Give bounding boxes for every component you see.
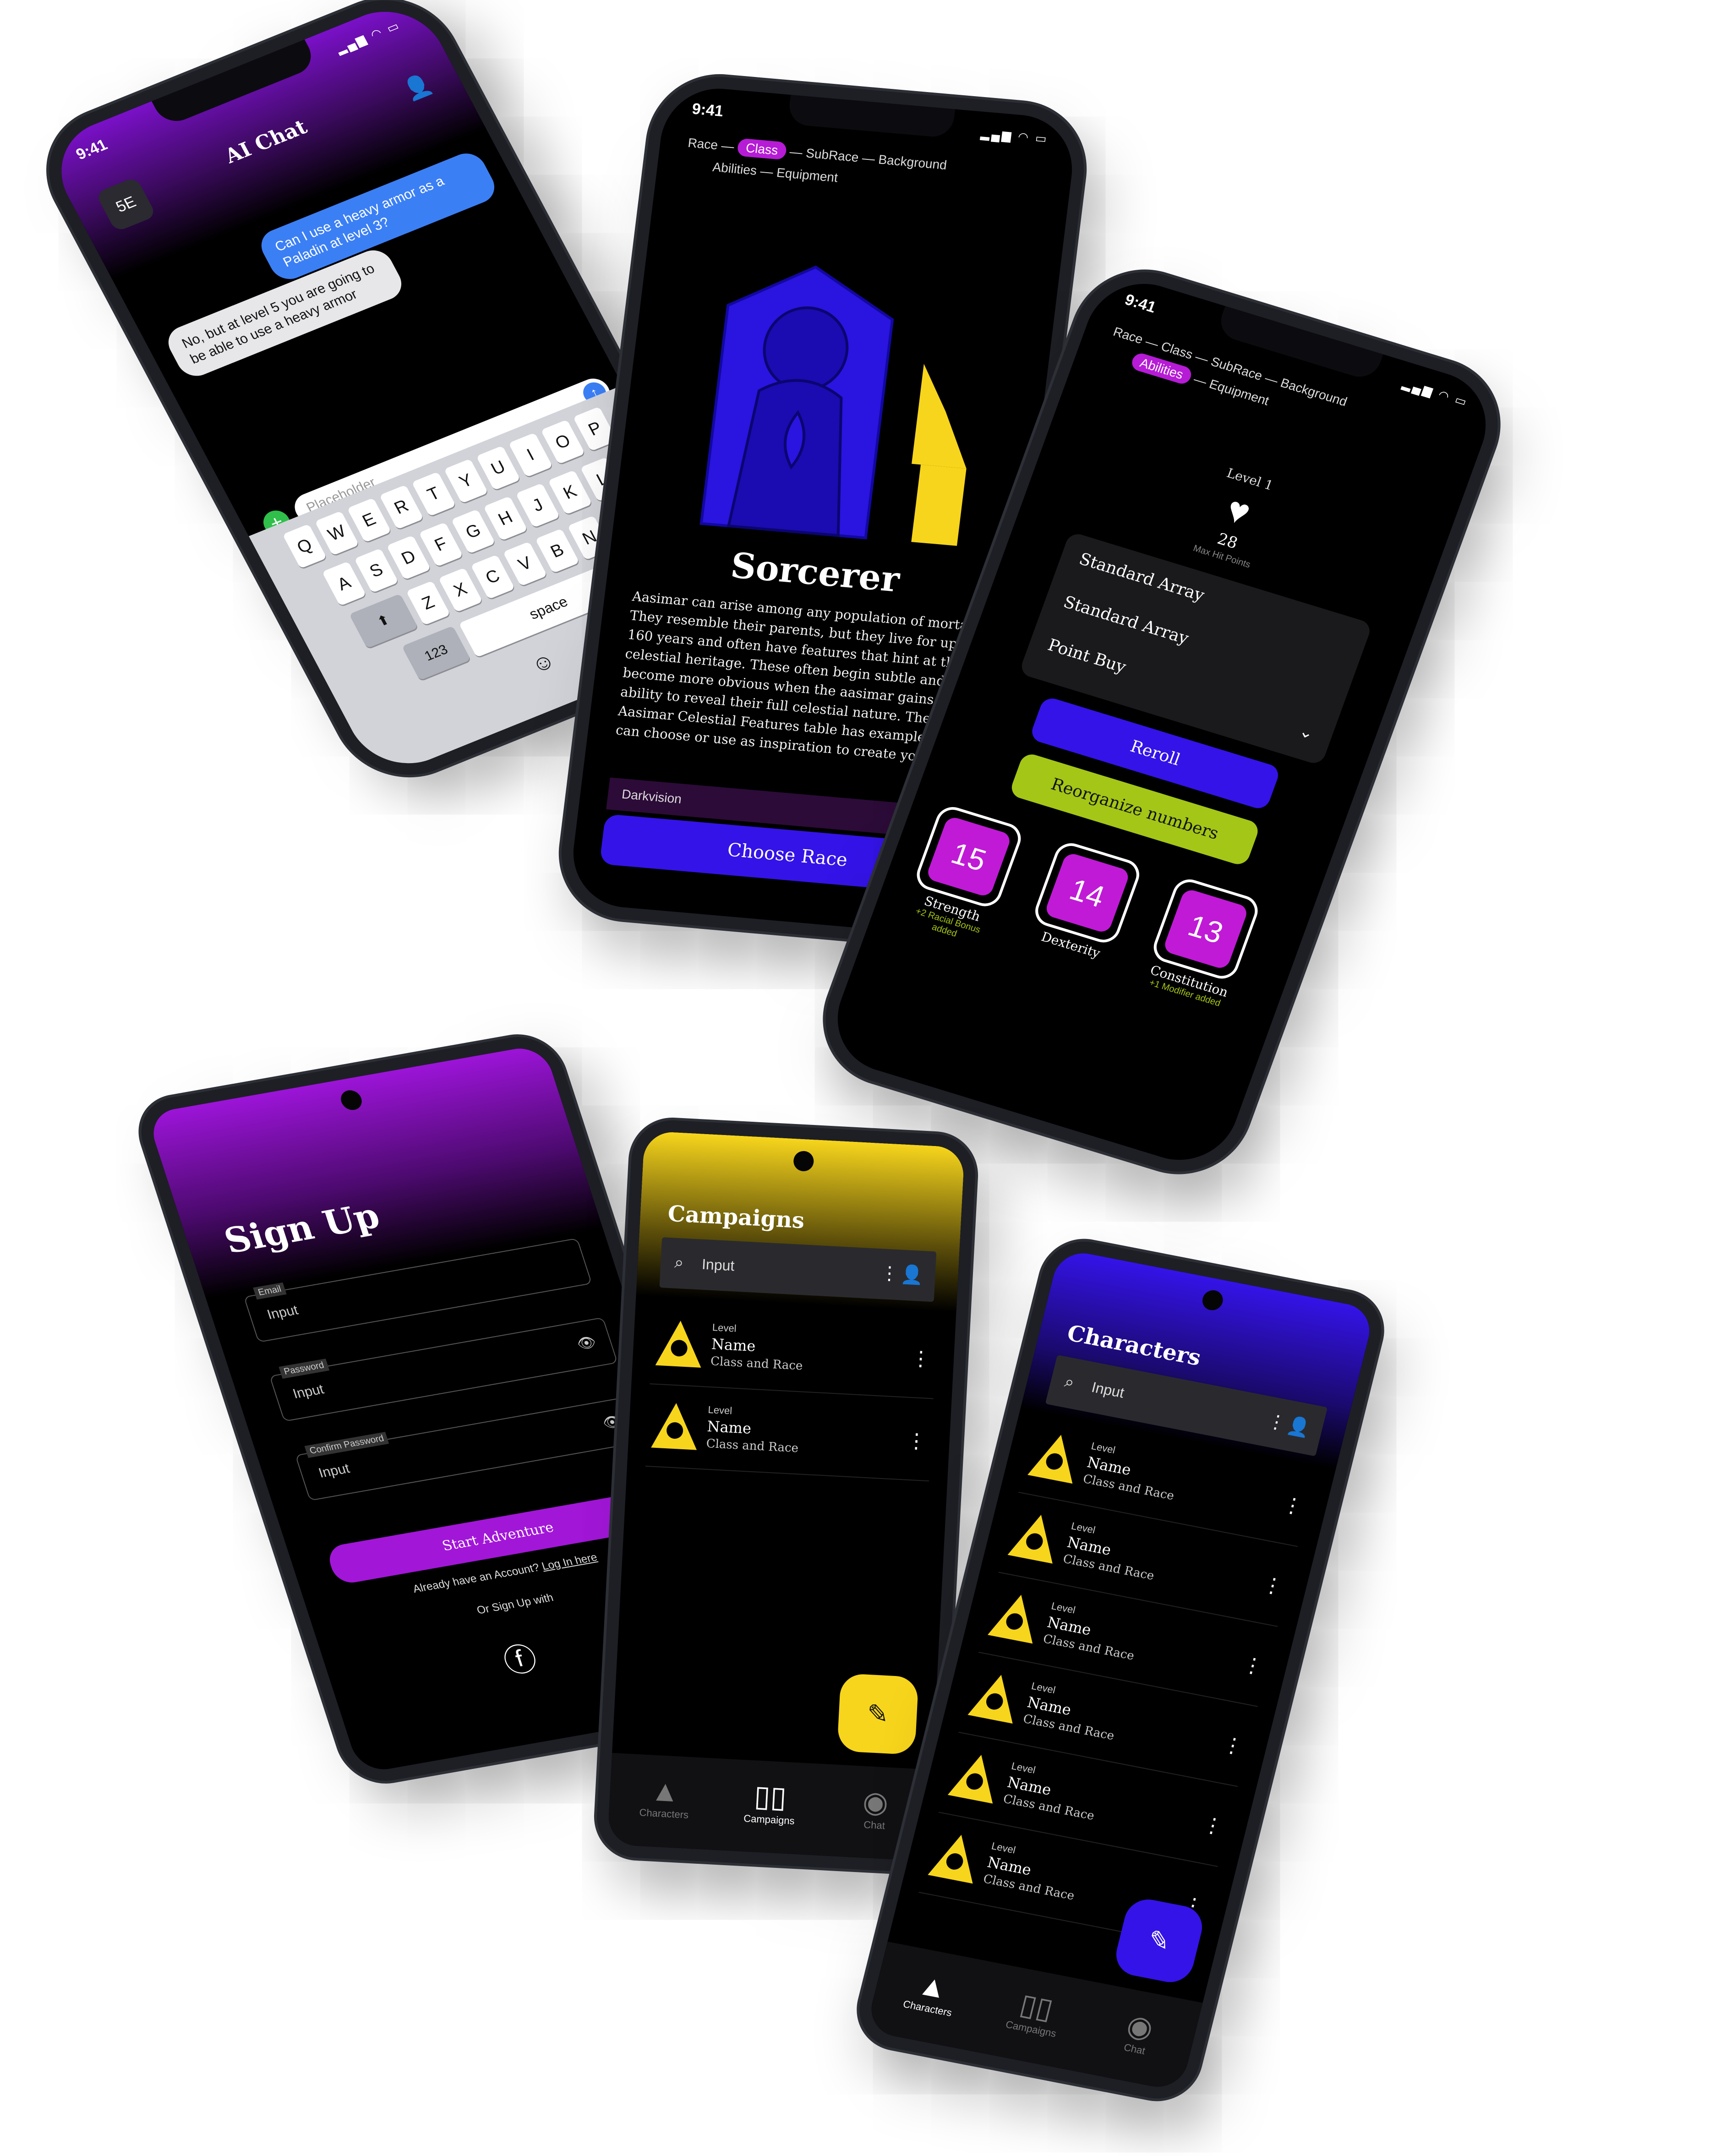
step-race[interactable]: Race — [687, 136, 719, 152]
character-avatar — [967, 1675, 1013, 1724]
step-background[interactable]: Background — [1278, 376, 1349, 409]
sorcerer-illustration — [699, 265, 967, 546]
step-equipment[interactable]: Equipment — [1207, 377, 1271, 408]
nav-characters[interactable]: ▲ Characters — [618, 1772, 712, 1822]
facebook-icon[interactable]: ⓕ — [497, 1632, 542, 1682]
list-item[interactable]: Level Name Class and Race ⋮ — [650, 1305, 938, 1399]
item-name: Name — [706, 1417, 752, 1437]
item-class-race: Class and Race — [710, 1354, 803, 1373]
step-class[interactable]: Class — [1159, 339, 1195, 362]
nav-characters[interactable]: ▲ Characters — [881, 1961, 982, 2023]
search-icon: ⌕ — [1063, 1371, 1076, 1392]
score-strength[interactable]: 15 Strength +2 Racial Bonus added — [899, 803, 1030, 949]
more-icon[interactable]: ⋮ — [880, 1262, 899, 1284]
book-icon: ▯▯ — [753, 1779, 787, 1814]
score-value: 13 — [1162, 888, 1249, 971]
search-input[interactable]: Input — [701, 1256, 735, 1275]
item-level: Level — [1050, 1600, 1077, 1616]
campaigns-screen: Campaigns ⌕ Input ⋮ 👤 Level Name Class a… — [607, 1130, 965, 1861]
more-icon[interactable]: ⋮ — [1200, 1812, 1226, 1839]
nav-label: Characters — [639, 1807, 689, 1821]
more-icon[interactable]: ⋮ — [906, 1429, 927, 1453]
step-subrace[interactable]: SubRace — [805, 146, 860, 164]
more-icon[interactable]: ⋮ — [1265, 1410, 1288, 1434]
phone-notch — [787, 95, 956, 138]
hat-icon: ▲ — [650, 1774, 681, 1808]
chevron-down-icon: ⌄ — [1296, 721, 1317, 743]
character-avatar — [928, 1834, 973, 1884]
item-level: Level — [1010, 1760, 1037, 1776]
bottom-nav: ▲ Characters ▯▯ Campaigns ◉ Chat — [607, 1752, 933, 1861]
confirm-password-field[interactable]: Confirm Password Input 👁 — [295, 1396, 644, 1501]
nav-campaigns[interactable]: ▯▯ Campaigns — [984, 1981, 1086, 2044]
score-dexterity[interactable]: 14 Dexterity — [1024, 839, 1148, 966]
password-label: Password — [279, 1359, 330, 1379]
more-icon[interactable]: ⋮ — [1240, 1653, 1266, 1679]
item-level: Level — [1030, 1680, 1057, 1696]
emoji-icon[interactable]: ☺ — [509, 636, 578, 691]
more-icon[interactable]: ⋮ — [910, 1347, 932, 1371]
mockup-scene: 9:41 ▂▄▆ ◠ ▭ 5E AI Chat 👤 Can I use a he… — [0, 0, 1721, 2156]
score-value: 14 — [1044, 851, 1131, 934]
creation-steps: Race — Class — SubRace — Background Abil… — [687, 135, 948, 185]
character-avatar — [947, 1755, 993, 1804]
step-race[interactable]: Race — [1111, 324, 1145, 346]
step-background[interactable]: Background — [878, 152, 948, 172]
character-avatar — [655, 1321, 701, 1368]
confirm-password-label: Confirm Password — [304, 1431, 389, 1458]
more-icon[interactable]: ⋮ — [1280, 1492, 1306, 1519]
score-value: 15 — [925, 815, 1012, 898]
item-level: Level — [712, 1321, 737, 1334]
password-input[interactable]: Input — [291, 1382, 326, 1402]
list-item[interactable]: Level Name Class and Race ⋮ — [645, 1388, 934, 1482]
step-class[interactable]: Class — [737, 138, 787, 160]
password-field[interactable]: Password Input 👁 — [269, 1317, 618, 1422]
user-icon[interactable]: 👤 — [1285, 1414, 1312, 1439]
search-icon: ⌕ — [674, 1252, 684, 1272]
character-avatar — [1007, 1515, 1053, 1564]
nav-campaigns[interactable]: ▯▯ Campaigns — [723, 1777, 817, 1828]
status-icons: ▂▄▆ ◠ ▭ — [980, 126, 1049, 146]
status-time: 9:41 — [691, 100, 725, 120]
dropdown-option[interactable]: Standard Array — [1061, 593, 1191, 648]
nav-label: Campaigns — [743, 1812, 795, 1827]
numbers-key[interactable]: 123 — [401, 626, 471, 681]
character-avatar — [651, 1403, 697, 1450]
dropdown-option[interactable]: Point Buy — [1045, 636, 1129, 677]
step-equipment[interactable]: Equipment — [776, 165, 839, 185]
nav-label: Chat — [863, 1818, 885, 1832]
email-input[interactable]: Input — [265, 1303, 300, 1323]
status-icons: ▂▄▆ ◠ ▭ — [1400, 376, 1470, 409]
more-icon[interactable]: ⋮ — [1260, 1572, 1286, 1599]
login-link[interactable]: Log In here — [540, 1551, 599, 1572]
shift-key[interactable]: ⬆ — [349, 594, 418, 649]
confirm-password-input[interactable]: Input — [317, 1461, 351, 1481]
item-level: Level — [990, 1840, 1017, 1856]
dropdown-option[interactable]: Standard Array — [1076, 550, 1207, 605]
edit-fab[interactable]: ✎ — [837, 1673, 919, 1755]
item-class-race: Class and Race — [705, 1436, 799, 1456]
character-avatar — [987, 1594, 1033, 1644]
item-name: Name — [711, 1335, 756, 1355]
character-avatar — [1027, 1435, 1073, 1484]
item-level: Level — [1090, 1440, 1117, 1456]
more-icon[interactable]: ⋮ — [1220, 1732, 1246, 1759]
user-icon[interactable]: 👤 — [900, 1263, 924, 1286]
status-time: 9:41 — [1122, 290, 1158, 317]
score-constitution[interactable]: 13 Constitution +1 Modifier added — [1139, 875, 1267, 1011]
item-level: Level — [707, 1403, 732, 1417]
heart-icon: ♥ — [1221, 488, 1256, 533]
search-bar[interactable]: ⌕ Input ⋮ 👤 — [659, 1237, 937, 1302]
nav-chat[interactable]: ◉ Chat — [1088, 2001, 1189, 2063]
page-title: Campaigns — [667, 1201, 805, 1234]
eye-icon[interactable]: 👁 — [574, 1333, 598, 1353]
item-level: Level — [1070, 1520, 1097, 1536]
search-input[interactable]: Input — [1090, 1379, 1126, 1401]
step-abilities[interactable]: Abilities — [712, 160, 758, 178]
